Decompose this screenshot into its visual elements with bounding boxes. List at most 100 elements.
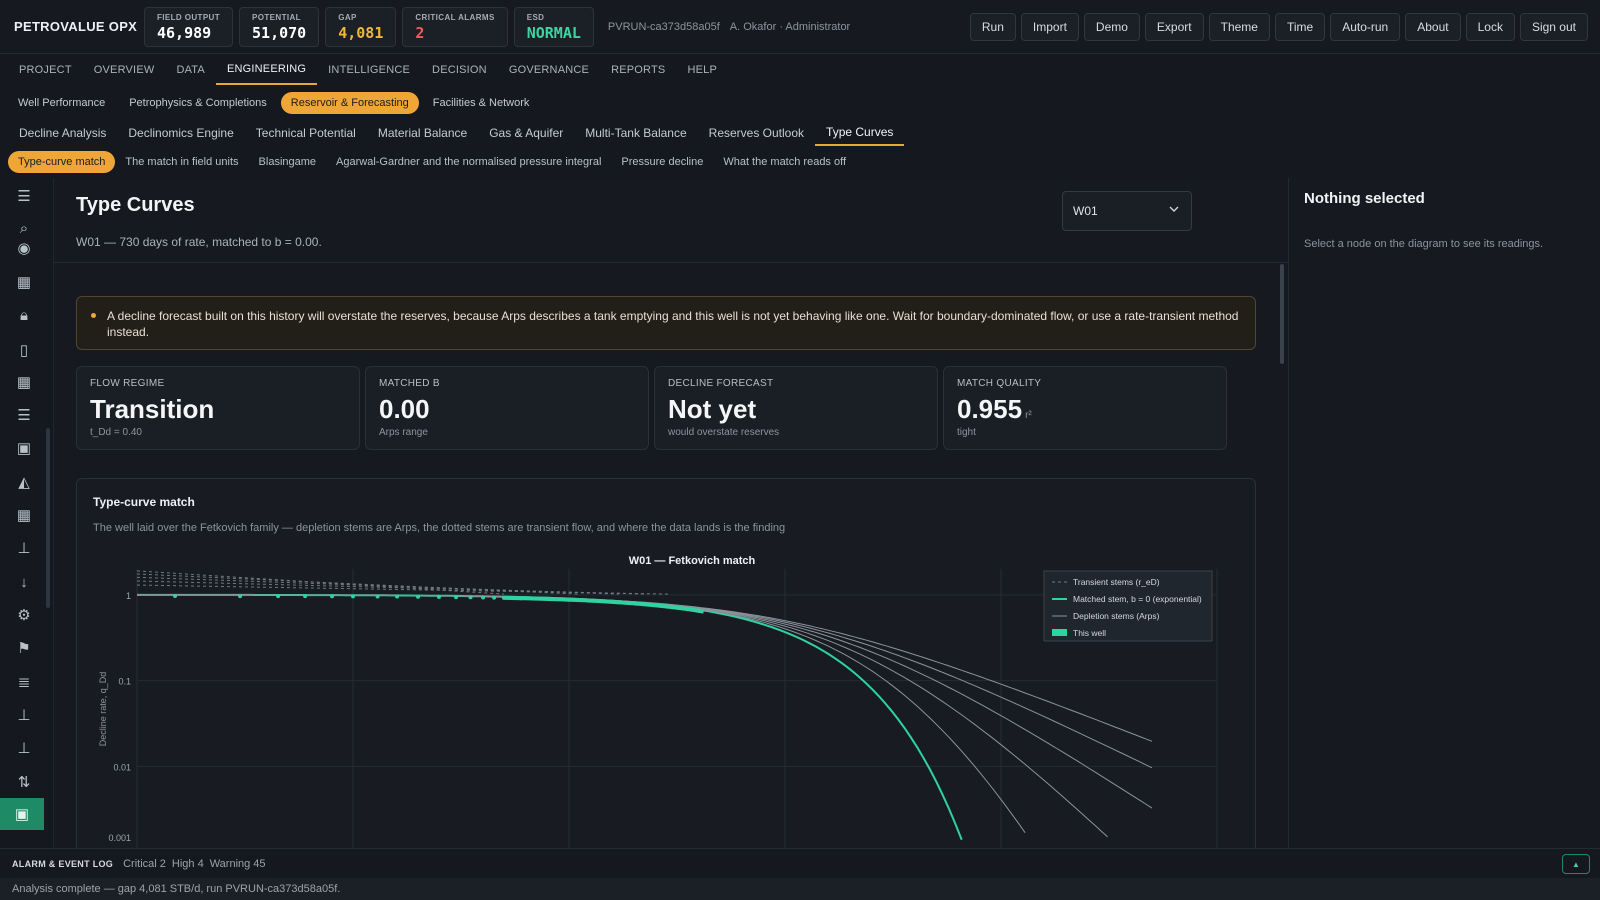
kpi-label: CRITICAL ALARMS [415,12,495,22]
theme-button[interactable]: Theme [1208,13,1270,41]
brand-logo: PETROVALUE OPX [14,19,138,34]
tab-declinomics-engine[interactable]: Declinomics Engine [117,120,244,146]
nav-project[interactable]: PROJECT [8,55,83,85]
lock-icon[interactable]: 🔒︎ [14,305,34,325]
export-button[interactable]: Export [1144,13,1204,41]
well-point[interactable] [454,595,459,600]
tab-multi-tank-balance[interactable]: Multi-Tank Balance [574,120,697,146]
well-point[interactable] [436,594,441,599]
image-icon[interactable]: ▣ [14,438,34,458]
area-chart-icon[interactable]: ◭ [14,472,34,492]
well-point[interactable] [375,594,380,599]
grid-icon[interactable]: ▦ [14,505,34,525]
sign-out-button[interactable]: Sign out [1519,13,1588,41]
swap-icon[interactable]: ⇅ [14,772,34,792]
subnav-well-performance[interactable]: Well Performance [8,92,115,114]
type-curve-chart[interactable]: W01 — Fetkovich match 1 0.1 0.01 0.001 Declin… [77,479,1257,848]
metric-card-matched-b: MATCHED B 0.00 Arps range [365,366,649,450]
tab-material-balance[interactable]: Material Balance [367,120,478,146]
tab-technical-potential[interactable]: Technical Potential [245,120,367,146]
flag-icon[interactable]: ⚑ [14,638,34,658]
well-point[interactable] [173,594,178,599]
depletion-stem-line [137,594,1153,769]
alarm-log-label: ALARM & EVENT LOG [12,858,114,869]
nav-data[interactable]: DATA [165,55,216,85]
well-point[interactable] [351,594,355,599]
nav-reports[interactable]: REPORTS [600,55,676,85]
main-scrollbar[interactable] [1280,264,1284,364]
gears-icon[interactable]: ⚙ [14,605,34,625]
top-bar: PETROVALUE OPX FIELD OUTPUT 46,989 POTENTI… [0,0,1600,54]
kpi-label: ESD [526,12,545,22]
search-icon[interactable]: ⌕ [14,218,34,238]
nav-help[interactable]: HELP [676,55,728,85]
nav-governance[interactable]: GOVERNANCE [498,55,600,85]
inspector-hint: Select a node on the diagram to see its … [1304,238,1544,250]
about-button[interactable]: About [1405,13,1461,41]
lock-button[interactable]: Lock [1465,13,1515,41]
well-point[interactable] [303,594,308,599]
user-label: A. Okafor · Administrator [729,20,851,33]
section-agarwal-gardner-and-the-normalised-pressure-integral[interactable]: Agarwal-Gardner and the normalised press… [326,151,611,173]
menu-icon[interactable]: ☰ [14,186,34,206]
phone-icon[interactable]: ▯ [14,340,34,360]
well-point[interactable] [395,594,400,599]
metric-card-match-quality: MATCH QUALITY 0.955 r² tight [943,366,1227,450]
target-icon[interactable]: ◉ [14,238,34,258]
main-content: Type Curves W01 — 730 days of rate, matc… [54,178,1288,848]
tab-type-curves[interactable]: Type Curves [815,120,905,146]
well-point[interactable] [416,594,421,599]
well-point[interactable] [330,594,335,599]
grid-icon[interactable]: ▦ [14,272,34,292]
well-select[interactable]: W01 [1062,191,1192,231]
nav-overview[interactable]: OVERVIEW [83,55,166,85]
thermometer-icon[interactable]: ⊥ [14,705,34,725]
run-button[interactable]: Run [969,13,1016,41]
table-icon[interactable]: ▦ [14,372,34,392]
well-point[interactable] [238,594,243,599]
rail-scrollbar[interactable] [46,428,50,608]
section-the-match-in-field-units[interactable]: The match in field units [115,151,248,173]
nav-decision[interactable]: DECISION [421,55,498,85]
checklist-icon[interactable]: ☰ [14,405,34,425]
thermometer-icon[interactable]: ⊥ [14,738,34,758]
metric-note: tight [957,427,976,438]
section-type-curve-match[interactable]: Type-curve match [8,151,116,173]
demo-button[interactable]: Demo [1083,13,1140,41]
chart-image-icon[interactable]: ▣ [0,798,44,830]
time-button[interactable]: Time [1274,13,1326,41]
well-point[interactable] [492,595,497,600]
nav-intelligence[interactable]: INTELLIGENCE [317,55,421,85]
metric-value: 0.955 r² [957,394,1213,425]
section-blasingame[interactable]: Blasingame [249,151,326,173]
nav-engineering[interactable]: ENGINEERING [215,55,318,85]
tab-gas-aquifer[interactable]: Gas & Aquifer [478,120,574,146]
type-curve-panel: Type-curve match The well laid over the … [76,478,1256,848]
import-button[interactable]: Import [1020,13,1079,41]
alarm-event-log[interactable]: ALARM & EVENT LOG Critical 2 High 4 Warn… [0,848,1600,878]
section-pressure-decline[interactable]: Pressure decline [611,151,713,173]
list-icon[interactable]: ≣ [14,672,34,692]
section-what-the-match-reads-off[interactable]: What the match reads off [713,151,856,173]
warning-dot-icon [91,313,96,318]
well-points [173,594,704,614]
arrow-down-icon[interactable]: ↓ [14,572,34,592]
auto-run-button[interactable]: Auto-run [1330,13,1401,41]
well-point[interactable] [481,595,486,600]
thermometer-icon[interactable]: ⊥ [14,538,34,558]
metric-value-text: 0.00 [379,394,430,424]
well-point[interactable] [276,594,281,599]
kpi-value: 51,070 [252,23,307,42]
subnav-facilities-network[interactable]: Facilities & Network [423,92,540,114]
expand-log-button[interactable]: ▲ [1562,854,1590,874]
well-point[interactable] [468,595,473,600]
tab-decline-analysis[interactable]: Decline Analysis [8,120,117,146]
subnav-petrophysics-completions[interactable]: Petrophysics & Completions [119,92,277,114]
sub-nav: Well Performance Petrophysics & Completio… [0,91,539,115]
metric-value-text: Not yet [668,394,757,424]
left-rail: ☰ ⌕ ◉ ▦ 🔒︎ ▯ ▦ ☰ ▣ ◭ ▦ ⊥ ↓ ⚙ ⚑ ≣ ⊥ ⊥ ⇅ ▣ [0,178,54,848]
y-tick-label: 0.001 [108,833,131,843]
module-tabs: Decline Analysis Declinomics Engine Techni… [0,120,905,146]
subnav-reservoir-forecasting[interactable]: Reservoir & Forecasting [280,92,419,114]
tab-reserves-outlook[interactable]: Reserves Outlook [698,120,815,146]
